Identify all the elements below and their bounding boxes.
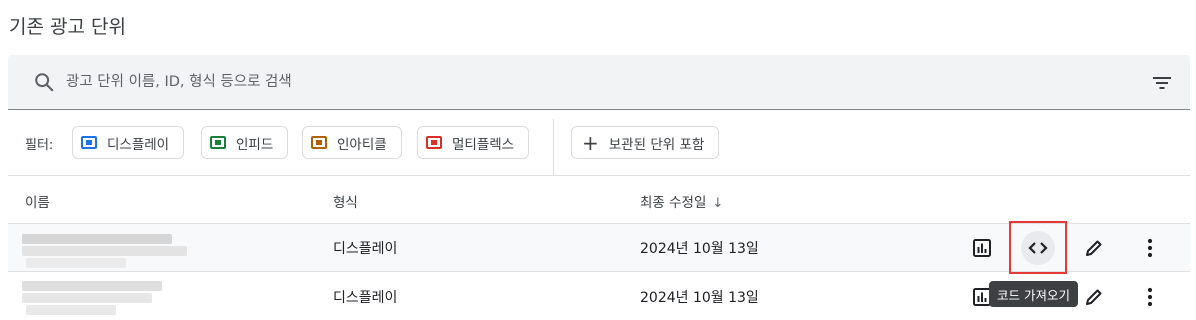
last-modified-cell: 2024년 10월 13일	[640, 241, 759, 257]
edit-button[interactable]	[1077, 280, 1111, 314]
column-header-last-modified[interactable]: 최종 수정일 ↓	[640, 191, 723, 211]
format-cell: 디스플레이	[333, 290, 398, 306]
infeed-ad-icon	[210, 136, 226, 149]
multiplex-ad-icon	[426, 136, 442, 149]
more-options-button[interactable]	[1133, 231, 1167, 265]
include-archived-label: 보관된 단위 포함	[608, 136, 705, 153]
more-vert-icon	[1147, 287, 1153, 307]
table-header: 이름 형식 최종 수정일 ↓	[8, 176, 1190, 224]
section-title: 기존 광고 단위	[9, 16, 126, 38]
filter-label: 필터:	[25, 138, 54, 153]
plus-icon: +	[582, 130, 599, 155]
column-header-format[interactable]: 형식	[333, 191, 358, 211]
filter-divider	[553, 119, 554, 176]
pencil-icon	[1086, 240, 1102, 256]
filter-list-icon[interactable]	[1150, 71, 1174, 95]
more-vert-icon	[1147, 238, 1153, 258]
bar-chart-icon	[973, 239, 991, 257]
more-options-button[interactable]	[1133, 280, 1167, 314]
inarticle-ad-icon	[311, 136, 327, 149]
get-code-tooltip: 코드 가져오기	[989, 281, 1078, 307]
display-ad-icon	[81, 136, 97, 149]
last-modified-cell: 2024년 10월 13일	[640, 290, 759, 306]
include-archived-button[interactable]: + 보관된 단위 포함	[571, 126, 720, 159]
format-cell: 디스플레이	[333, 241, 398, 257]
search-icon	[35, 73, 54, 92]
filter-chip-display[interactable]: 디스플레이	[72, 126, 185, 159]
filter-row: 필터: 디스플레이 인피드 인아티클 멀티플렉스 + 보관된 단위 포함	[8, 111, 1190, 176]
filter-chip-multiplex[interactable]: 멀티플렉스	[417, 126, 530, 159]
pencil-icon	[1086, 289, 1102, 305]
chip-label: 디스플레이	[107, 136, 170, 153]
last-modified-label: 최종 수정일	[640, 195, 707, 211]
filter-chip-inarticle[interactable]: 인아티클	[302, 126, 402, 159]
edit-button[interactable]	[1077, 231, 1111, 265]
filter-chip-infeed[interactable]: 인피드	[201, 126, 289, 159]
chip-label: 인아티클	[337, 136, 387, 153]
search-bar[interactable]	[8, 55, 1190, 110]
highlight-box	[1009, 221, 1067, 274]
redacted-ad-unit-name	[22, 277, 192, 317]
report-button[interactable]	[965, 231, 999, 265]
sort-descending-icon: ↓	[712, 196, 724, 211]
search-input[interactable]	[66, 70, 1066, 94]
column-header-name[interactable]: 이름	[25, 191, 50, 211]
chip-label: 멀티플렉스	[452, 136, 515, 153]
chip-label: 인피드	[236, 136, 274, 153]
redacted-ad-unit-name	[22, 228, 192, 268]
